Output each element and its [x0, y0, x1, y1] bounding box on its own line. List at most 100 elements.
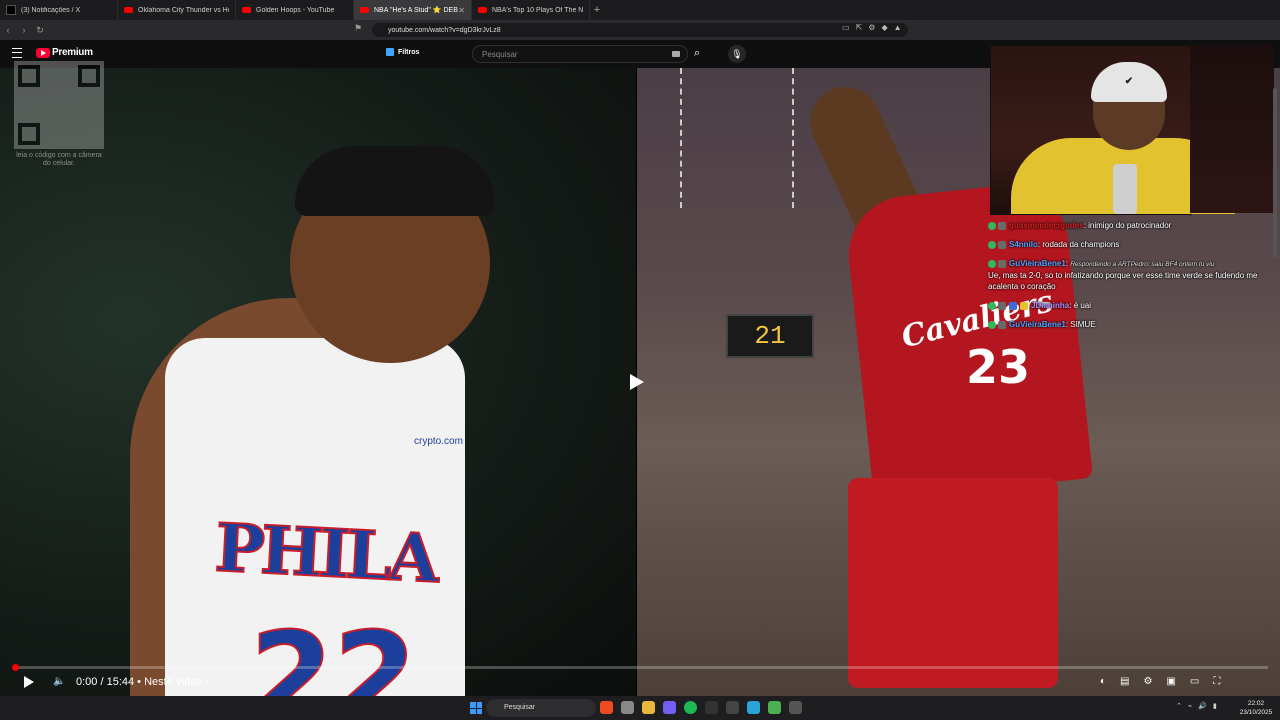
jersey-city-text: PHILA: [212, 507, 438, 598]
time-display: 0:00 / 15:44 • Neste vídeo ›: [76, 676, 210, 688]
brave-rewards-icon[interactable]: ▲: [894, 23, 902, 32]
tab-title: NBA's Top 10 Plays Of The Night | O: [492, 6, 583, 14]
chat-username: JDianinha: [1031, 301, 1070, 310]
progress-bar[interactable]: [12, 664, 1268, 671]
studio-microphone: [1113, 164, 1137, 214]
filters-label: Filtros: [398, 48, 420, 56]
clock-time: 22:02: [1247, 700, 1265, 707]
windows-start-icon[interactable]: [470, 702, 482, 714]
search-icon[interactable]: ⌕: [694, 47, 700, 60]
system-tray: ⌃ ⌁ 🔊 ▮: [1176, 702, 1217, 710]
network-icon[interactable]: ⌁: [1188, 702, 1192, 710]
chat-text: Ue, mas ta 2-0, so to infatizando porque…: [988, 271, 1258, 291]
menu-icon[interactable]: [12, 48, 22, 58]
user-badge-icon: [1009, 301, 1017, 310]
reload-icon[interactable]: ↻: [32, 25, 48, 36]
qr-code: [14, 61, 104, 149]
theater-mode-icon[interactable]: ▭: [1190, 676, 1199, 687]
share-icon[interactable]: ⇱: [856, 23, 863, 32]
time-text: 0:00 / 15:44: [76, 676, 135, 688]
browser-tab-strip: (3) Notificações / X Oklahoma City Thund…: [0, 0, 1280, 20]
video-player[interactable]: crypto.com PHILA 22 21 Cavaliers 23 Prem…: [0, 40, 1280, 696]
app-icon[interactable]: [768, 701, 781, 714]
tab-title: Golden Hoops - YouTube: [256, 6, 335, 14]
youtube-icon: [478, 7, 487, 13]
streamer-cap: ✔: [1091, 62, 1167, 102]
back-icon[interactable]: ‹: [0, 25, 16, 35]
browser-tab[interactable]: Oklahoma City Thunder vs Houston: [118, 0, 236, 20]
youtube-logo-icon[interactable]: [36, 48, 50, 58]
address-bar-actions: ▭ ⇱ ⚙ ◆ ▲: [842, 23, 902, 32]
discord-icon[interactable]: [663, 701, 676, 714]
app-icon[interactable]: [747, 701, 760, 714]
chat-text: rodada da champions: [1042, 240, 1120, 249]
user-badge-icon: [998, 221, 1006, 230]
arena-scoreboard: 21: [726, 314, 814, 358]
filter-icon: [386, 48, 394, 56]
app-icon[interactable]: [705, 701, 718, 714]
tray-chevron-icon[interactable]: ⌃: [1176, 702, 1182, 710]
user-badge-icon: [998, 301, 1006, 310]
chapter-link[interactable]: • Neste vídeo ›: [137, 676, 209, 688]
browser-tab[interactable]: (3) Notificações / X: [0, 0, 118, 20]
bookmark-icon[interactable]: ⚑: [350, 23, 366, 34]
play-button[interactable]: [24, 676, 34, 688]
forward-icon[interactable]: ›: [16, 25, 32, 35]
search-input[interactable]: Pesquisar: [472, 45, 688, 63]
battery-icon[interactable]: ▮: [1213, 702, 1217, 710]
x-icon: [6, 5, 16, 15]
scrubber-handle[interactable]: [12, 664, 19, 671]
chat-username: S4nnilo: [1009, 240, 1038, 249]
taskbar-apps: [600, 701, 802, 714]
qr-finder: [78, 65, 100, 87]
spotify-icon[interactable]: [684, 701, 697, 714]
youtube-icon: [124, 7, 133, 13]
file-explorer-icon[interactable]: [642, 701, 655, 714]
webcam-background: [1190, 45, 1274, 213]
chat-username: guaxinimdecigodes: [1009, 221, 1084, 230]
user-badge-icon: [998, 240, 1006, 249]
right-controls: ◐ ▤ ⚙ ▣ ▭ ⛶: [1100, 676, 1220, 687]
center-play-icon[interactable]: [630, 374, 644, 390]
page-scrollbar[interactable]: [1273, 88, 1277, 258]
fullscreen-icon[interactable]: ⛶: [1213, 676, 1220, 687]
subtitles-icon[interactable]: ▤: [1120, 676, 1129, 687]
filters-button[interactable]: Filtros: [386, 48, 419, 56]
new-tab-button[interactable]: +: [590, 4, 604, 16]
settings-app-icon[interactable]: [621, 701, 634, 714]
windows-taskbar: Pesquisar ⌃ ⌁ 🔊 ▮ 22:02 23/10/2025: [0, 696, 1280, 720]
cast-icon[interactable]: ▭: [842, 23, 850, 32]
user-badge-icon: [998, 320, 1006, 329]
qr-caption: leia o código com a câmera do celular.: [16, 152, 102, 167]
jersey-number-right: 23: [966, 340, 1031, 394]
browser-tab[interactable]: NBA's Top 10 Plays Of The Night | O: [472, 0, 590, 20]
player-hair-left: [295, 146, 495, 216]
tab-title: NBA "He's A Stud" ⭐ DEBUT: [374, 7, 459, 14]
keyboard-icon[interactable]: [672, 51, 680, 57]
chat-message: S4nnilo: rodada da champions: [988, 239, 1272, 250]
autoplay-toggle[interactable]: ◐: [1100, 676, 1106, 687]
url-field[interactable]: youtube.com/watch?v=dgD3krJvLz8: [372, 23, 908, 37]
taskbar-search[interactable]: Pesquisar: [486, 699, 596, 717]
speaker-icon[interactable]: 🔊: [1198, 702, 1207, 710]
tab-title: (3) Notificações / X: [21, 6, 81, 14]
chat-username: GuVieiraBene1: [1009, 320, 1066, 329]
browser-tab-active[interactable]: NBA "He's A Stud" ⭐ DEBUT ✕: [354, 0, 472, 20]
taskbar-clock[interactable]: 22:02 23/10/2025: [1238, 699, 1274, 717]
youtube-premium-logo[interactable]: Premium: [52, 47, 93, 58]
subscriber-badge-icon: [988, 240, 996, 249]
brave-browser-icon[interactable]: [600, 701, 613, 714]
app-icon[interactable]: [789, 701, 802, 714]
app-icon[interactable]: [726, 701, 739, 714]
browser-tab[interactable]: Golden Hoops - YouTube: [236, 0, 354, 20]
chat-text: inimigo do patrocinador: [1088, 221, 1172, 230]
shield-icon[interactable]: ◆: [881, 23, 887, 32]
close-tab-icon[interactable]: ✕: [458, 6, 465, 15]
volume-icon[interactable]: 🔈: [53, 676, 65, 687]
settings-icon[interactable]: ⚙: [1144, 676, 1153, 687]
taskbar-search-label: Pesquisar: [504, 704, 536, 711]
microphone-icon[interactable]: 🎙: [728, 45, 746, 63]
chat-message: GuVieiraBene1: SIMUE: [988, 319, 1272, 330]
miniplayer-icon[interactable]: ▣: [1166, 676, 1175, 687]
extensions-icon[interactable]: ⚙: [868, 23, 875, 32]
